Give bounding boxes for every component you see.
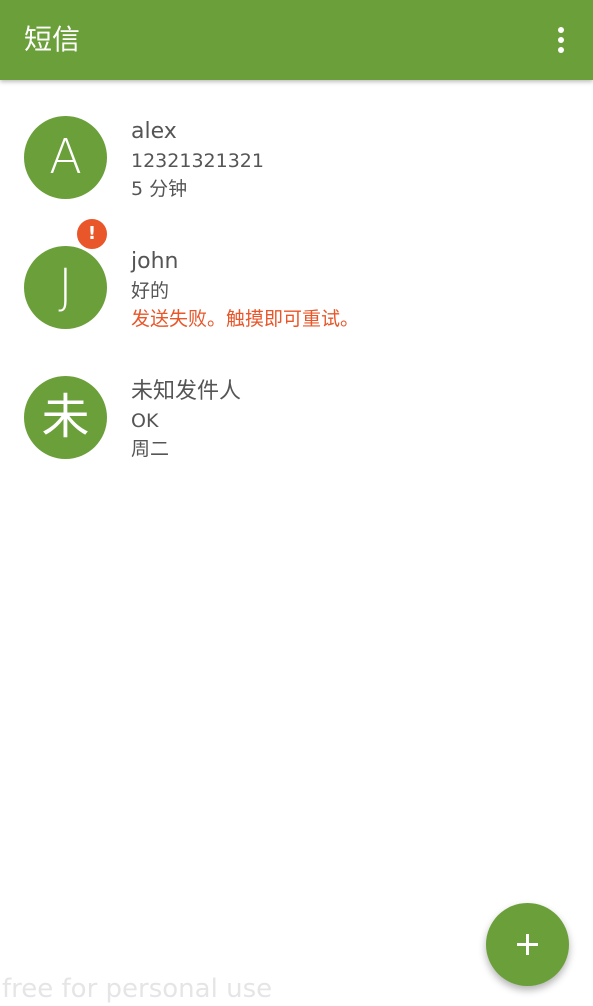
add-icon	[526, 934, 529, 955]
conversation-item[interactable]: 未 未知发件人 OK 周二	[0, 340, 593, 470]
more-vert-icon	[558, 27, 564, 33]
contact-name: 未知发件人	[131, 379, 242, 404]
app-bar: 短信	[0, 0, 593, 80]
new-message-button[interactable]	[486, 903, 569, 986]
contact-name: alex	[131, 119, 177, 144]
watermark: free for personal use	[2, 974, 273, 1004]
more-vert-icon	[558, 37, 564, 43]
message-snippet: OK	[131, 410, 159, 432]
message-time: 周二	[131, 438, 170, 460]
message-time: 5 分钟	[131, 178, 188, 200]
contact-avatar: 未	[24, 376, 107, 459]
more-vert-icon	[558, 47, 564, 53]
contact-name: john	[131, 249, 179, 274]
error-alert-icon: !	[74, 216, 110, 252]
app-title: 短信	[24, 23, 81, 56]
message-snippet: 好的	[131, 280, 170, 302]
more-options-button[interactable]	[543, 22, 579, 58]
contact-avatar: A	[24, 116, 107, 199]
message-snippet: 12321321321	[131, 150, 264, 172]
conversation-item[interactable]: A alex 12321321321 5 分钟	[0, 80, 593, 210]
contact-avatar: J	[24, 246, 107, 329]
send-failed-status: 发送失败。触摸即可重试。	[131, 308, 360, 330]
